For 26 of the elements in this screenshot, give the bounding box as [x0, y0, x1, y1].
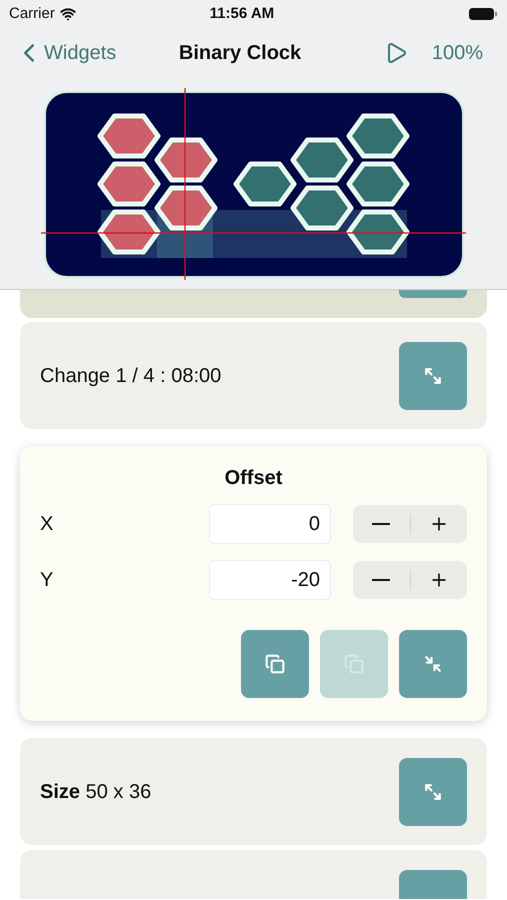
card-label: Change 1 / 4 : 08:00 [40, 364, 222, 388]
expand-icon [424, 366, 442, 384]
minus-icon [372, 579, 390, 581]
field-label: X [40, 512, 54, 537]
expand-icon [424, 782, 442, 800]
collapse-button[interactable] [399, 630, 467, 698]
expand-button[interactable] [399, 290, 467, 298]
copy-icon [265, 654, 285, 674]
zoom-button[interactable]: 100% [432, 38, 483, 68]
card-title: Offset [224, 466, 282, 491]
card-label: Size 50 x 36 [40, 780, 152, 804]
carrier-label: Carrier [9, 4, 55, 24]
number-field[interactable]: 0 [209, 504, 331, 544]
number-field[interactable]: -20 [209, 560, 331, 600]
copy-icon [344, 654, 364, 674]
status-time: 11:56 AM [208, 4, 276, 24]
battery-icon [468, 7, 498, 21]
copy-button[interactable] [241, 630, 309, 698]
wifi-icon [60, 6, 76, 22]
minus-icon [372, 523, 390, 525]
field-label: Y [40, 568, 54, 593]
collapse-icon [424, 655, 442, 673]
expand-button[interactable] [399, 758, 467, 826]
window-title: Binary Clock [178, 41, 302, 66]
expand-button[interactable] [399, 342, 467, 410]
back-button[interactable]: Widgets [14, 38, 116, 68]
